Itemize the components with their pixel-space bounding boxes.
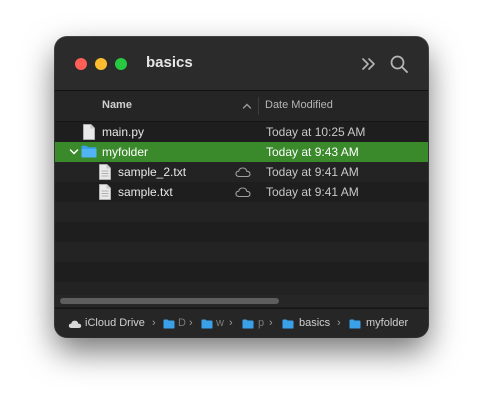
empty-row [55,262,428,282]
minimize-window-button[interactable] [95,58,107,70]
file-date: Today at 9:41 AM [266,185,359,199]
file-row-main-py[interactable]: main.py Today at 10:25 AM [55,122,428,142]
file-date: Today at 9:43 AM [266,145,359,159]
file-name: main.py [102,125,145,139]
file-name: sample_2.txt [118,165,187,179]
icloud-icon [68,320,82,328]
file-name: sample.txt [118,185,173,199]
document-icon [99,184,111,200]
folder-icon [81,145,97,158]
empty-row [55,242,428,262]
zoom-window-button[interactable] [115,58,127,70]
path-item-icloud-drive[interactable]: iCloud Drive [85,317,145,329]
cloud-icon [235,187,251,198]
window-title: basics [146,54,193,71]
folder-icon [282,319,294,329]
file-list: main.py Today at 10:25 AM myfolder Today… [55,122,428,302]
finder-window: basics Name Date Modified main.py Today … [55,37,428,337]
folder-icon [201,319,213,329]
disclosure-chevron-down-icon[interactable] [69,147,79,157]
column-name-header[interactable]: Name [102,99,132,111]
path-bar: iCloud Drive › D › w › p › basics › myfo… [55,308,428,337]
column-header: Name Date Modified [55,91,428,122]
path-separator-icon: › [152,317,156,329]
search-icon[interactable] [388,53,410,75]
file-date: Today at 10:25 AM [266,125,366,139]
title-bar: basics [55,37,428,91]
empty-row [55,202,428,222]
folder-icon [242,319,254,329]
column-divider[interactable] [258,97,259,115]
sort-ascending-icon[interactable] [241,100,253,112]
path-item-myfolder[interactable]: myfolder [366,317,408,329]
chevron-double-right-icon[interactable] [358,53,380,75]
path-item[interactable]: D [178,317,186,329]
path-item-basics[interactable]: basics [299,317,330,329]
horizontal-scrollbar-thumb[interactable] [60,298,279,304]
file-name: myfolder [102,145,149,159]
file-row-myfolder[interactable]: myfolder Today at 9:43 AM [55,142,428,162]
close-window-button[interactable] [75,58,87,70]
file-date: Today at 9:41 AM [266,165,359,179]
column-date-modified-header[interactable]: Date Modified [265,99,333,111]
path-item[interactable]: w [216,317,224,329]
document-icon [99,164,111,180]
empty-row [55,222,428,242]
path-item[interactable]: p [258,317,264,329]
horizontal-scrollbar[interactable] [55,295,428,307]
folder-icon [163,319,175,329]
file-row-sample-txt[interactable]: sample.txt Today at 9:41 AM [55,182,428,202]
path-separator-icon: › [269,317,273,329]
path-separator-icon: › [229,317,233,329]
path-separator-icon: › [337,317,341,329]
document-icon [83,124,95,140]
folder-icon [349,319,361,329]
cloud-icon [235,167,251,178]
path-separator-icon: › [189,317,193,329]
file-row-sample-2-txt[interactable]: sample_2.txt Today at 9:41 AM [55,162,428,182]
